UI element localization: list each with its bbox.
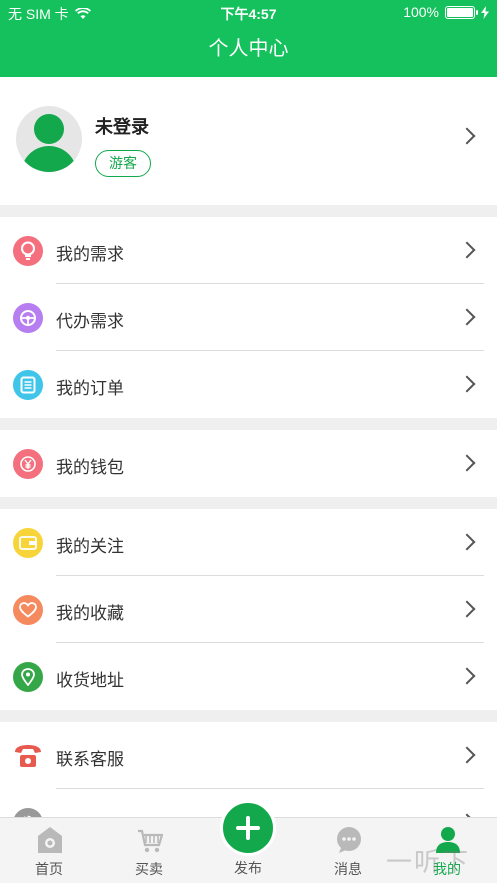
menu-item-proxy-demands[interactable]: 代办需求 [0, 284, 497, 351]
menu-item-label: 代办需求 [56, 312, 124, 331]
steering-wheel-icon [13, 303, 43, 333]
tab-home[interactable]: 首页 [9, 818, 89, 883]
tab-label: 首页 [35, 861, 63, 877]
telephone-icon [13, 741, 43, 771]
chevron-right-icon [458, 127, 476, 145]
order-list-icon [13, 370, 43, 400]
tab-market[interactable]: 买卖 [109, 818, 189, 883]
avatar-body [21, 146, 77, 172]
tab-label: 消息 [334, 861, 362, 877]
menu-item-my-demands[interactable]: 我的需求 [0, 217, 497, 284]
chevron-right-icon [458, 667, 476, 685]
menu-item-label: 收货地址 [56, 671, 124, 690]
avatar[interactable] [16, 106, 82, 172]
chevron-right-icon [458, 241, 476, 259]
chevron-right-icon [458, 308, 476, 326]
menu-item-my-follows[interactable]: 我的关注 [0, 509, 497, 576]
wallet-card-icon [13, 528, 43, 558]
yen-coin-icon [13, 449, 43, 479]
heart-icon [13, 595, 43, 625]
menu-group-1: 我的需求 代办需求 我的订单 [0, 217, 497, 418]
chevron-right-icon [458, 454, 476, 472]
menu-group-2: 我的钱包 [0, 430, 497, 497]
user-name: 未登录 [95, 117, 149, 137]
menu-item-label: 我的收藏 [56, 604, 124, 623]
publish-label: 发布 [234, 860, 262, 876]
shopping-cart-icon [138, 829, 163, 853]
guest-badge: 游客 [95, 150, 151, 177]
profile-card[interactable]: 未登录 游客 [0, 77, 497, 205]
lightbulb-icon [13, 236, 43, 266]
home-icon [38, 827, 62, 853]
watermark: 一听下载 [386, 847, 471, 877]
settings-icon [13, 808, 43, 817]
menu-item-my-orders[interactable]: 我的订单 [0, 351, 497, 418]
menu-item-my-wallet[interactable]: 我的钱包 [0, 430, 497, 497]
battery-icon [445, 5, 478, 19]
charging-icon [481, 5, 489, 19]
menu-item-label: 联系客服 [56, 750, 124, 769]
menu-item-my-favorites[interactable]: 我的收藏 [0, 576, 497, 643]
avatar-head [34, 114, 64, 144]
battery-percent: 100% [403, 4, 439, 20]
menu-item-label: 我的关注 [56, 537, 124, 556]
menu-item-customer-service[interactable]: 联系客服 [0, 722, 497, 789]
menu-item-label: 我的钱包 [56, 458, 124, 477]
tab-messages[interactable]: 消息 [308, 818, 388, 883]
chevron-right-icon [458, 600, 476, 618]
chevron-right-icon [458, 746, 476, 764]
status-bar: 无 SIM 卡 下午4:57 100% [0, 0, 497, 26]
menu-item-shipping-address[interactable]: 收货地址 [0, 643, 497, 710]
publish-button[interactable] [220, 800, 276, 856]
menu-item-label: 我的订单 [56, 379, 124, 398]
chevron-right-icon [458, 533, 476, 551]
tab-label: 买卖 [135, 861, 163, 877]
menu-item-label: 我的需求 [56, 245, 124, 264]
menu-group-3: 我的关注 我的收藏 收货地址 [0, 509, 497, 710]
location-pin-icon [13, 662, 43, 692]
chat-bubble-icon [337, 827, 361, 853]
chevron-right-icon [458, 375, 476, 393]
page-title: 个人中心 [208, 38, 289, 60]
nav-bar: 个人中心 [0, 26, 497, 77]
